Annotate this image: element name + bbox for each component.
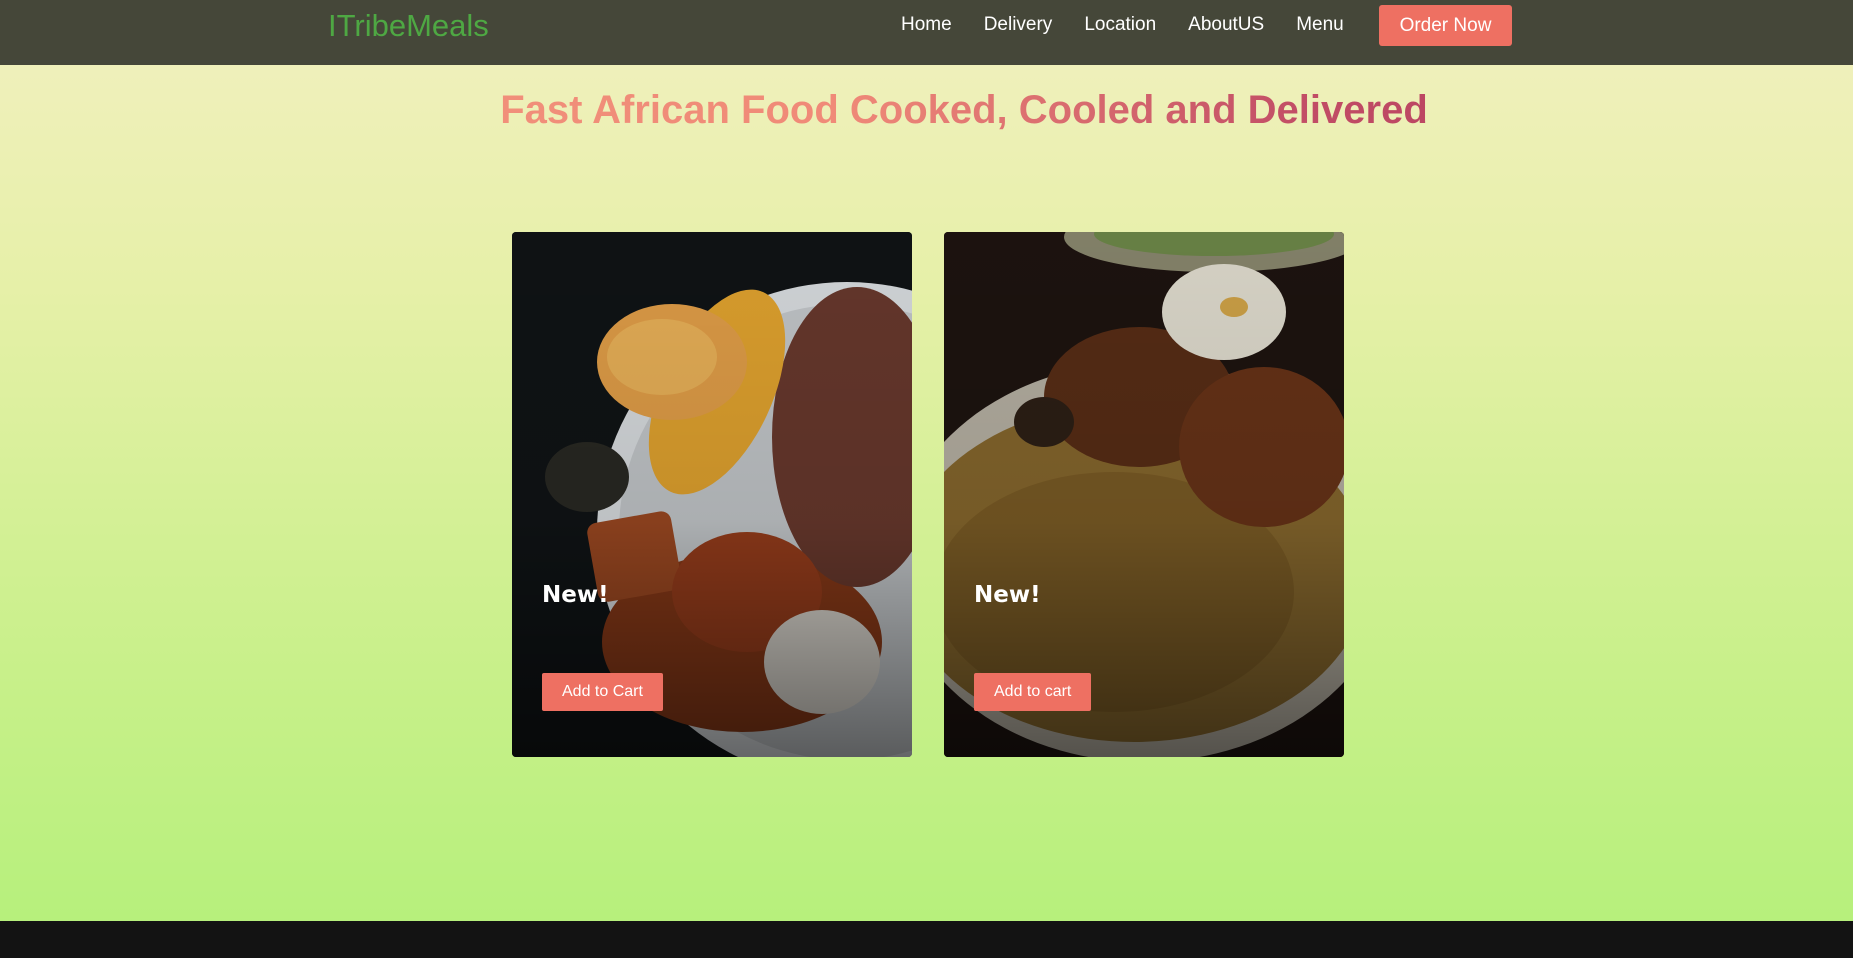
add-to-cart-button[interactable]: Add to cart [974,673,1092,711]
product-card: New! Add to cart [944,232,1344,757]
order-now-button[interactable]: Order Now [1379,5,1512,46]
nav-menu-link[interactable]: Menu [1296,14,1344,36]
new-badge: New! [542,582,609,608]
site-logo[interactable]: ITribeMeals [328,8,489,44]
nav-aboutus-link[interactable]: AboutUS [1188,14,1264,36]
nav-delivery-link[interactable]: Delivery [984,14,1053,36]
top-navbar: ITribeMeals Home Delivery Location About… [0,0,1853,65]
product-card: New! Add to Cart [512,232,912,757]
footer [0,921,1853,958]
add-to-cart-button[interactable]: Add to Cart [542,673,663,711]
nav-links: Home Delivery Location AboutUS Menu [901,0,1376,50]
nav-home-link[interactable]: Home [901,14,952,36]
nav-location-link[interactable]: Location [1084,14,1156,36]
new-badge: New! [974,582,1041,608]
hero-title: Fast African Food Cooked, Cooled and Del… [0,88,1853,133]
